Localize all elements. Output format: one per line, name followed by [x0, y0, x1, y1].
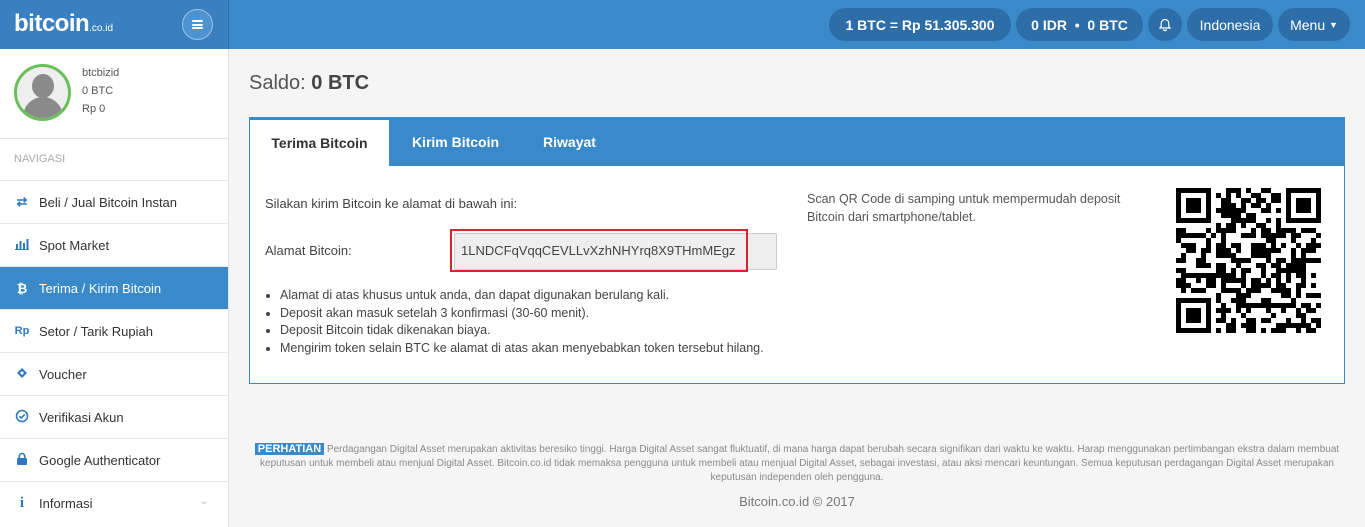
sidebar-item-label: Setor / Tarik Rupiah: [39, 323, 153, 339]
brand-suffix: .co.id: [89, 23, 114, 34]
sidebar-item-label: Verifikasi Akun: [39, 409, 124, 425]
ticket-icon: [14, 366, 30, 383]
sidebar-item-voucher[interactable]: Voucher: [0, 352, 228, 395]
profile-btc: 0 BTC: [82, 85, 114, 97]
list-item: Deposit Bitcoin tidak dikenakan biaya.: [280, 322, 764, 340]
profile-card: btcbizid 0 BTC Rp 0: [0, 49, 228, 139]
deposit-notes: Alamat di atas khusus untuk anda, dan da…: [280, 287, 764, 357]
btc-rate-badge: 1 BTC = Rp 51.305.300: [829, 8, 1011, 41]
logo-area: bitcoin.co.id: [0, 0, 229, 49]
top-bar: bitcoin.co.id 1 BTC = Rp 51.305.300 0 ID…: [0, 0, 1365, 49]
warning-badge: PERHATIAN: [254, 443, 325, 455]
bitcoin-address-value[interactable]: 1LNDCFqVqqCEVLLvXzhNHYrq8X9THmMEgz: [450, 229, 748, 272]
list-item: Mengirim token selain BTC ke alamat di a…: [280, 340, 764, 358]
btc-rate-text: 1 BTC = Rp 51.305.300: [845, 16, 995, 33]
sidebar-item-label: Terima / Kirim Bitcoin: [39, 280, 162, 296]
notification-button[interactable]: [1148, 8, 1182, 41]
bar-chart-icon: [14, 238, 30, 253]
lock-icon: [14, 452, 30, 469]
bell-icon: [1158, 18, 1172, 31]
sidebar-item-verifikasi[interactable]: Verifikasi Akun: [0, 395, 228, 438]
deposit-panel: Terima Bitcoin Kirim Bitcoin Riwayat Sil…: [249, 117, 1345, 384]
sidebar-item-terima-kirim[interactable]: ₿ Terima / Kirim Bitcoin: [0, 266, 228, 309]
tab-label: Kirim Bitcoin: [411, 134, 500, 150]
sidebar-item-setor-tarik[interactable]: Rp Setor / Tarik Rupiah: [0, 309, 228, 352]
tab-label: Terima Bitcoin: [271, 135, 368, 151]
sidebar-item-label: Beli / Jual Bitcoin Instan: [39, 194, 178, 210]
avatar[interactable]: [14, 64, 71, 121]
bitcoin-icon: ₿: [16, 280, 28, 296]
balance-badge[interactable]: 0 IDR • 0 BTC: [1016, 8, 1143, 41]
balance-idr: 0 IDR: [1031, 16, 1067, 33]
info-icon: i: [19, 494, 25, 511]
sidebar-item-informasi[interactable]: i Informasi ⌄: [0, 481, 228, 524]
sidebar-item-label: Spot Market: [39, 237, 110, 253]
tab-terima-bitcoin[interactable]: Terima Bitcoin: [250, 120, 389, 166]
tab-riwayat[interactable]: Riwayat: [522, 118, 617, 166]
qr-instruction: Scan QR Code di samping untuk mempermuda…: [807, 192, 1121, 224]
main-content: Saldo: 0 BTC Terima Bitcoin Kirim Bitcoi…: [229, 49, 1365, 527]
rupiah-icon: Rp: [14, 325, 30, 337]
check-circle-icon: [14, 409, 30, 426]
tab-bar: Terima Bitcoin Kirim Bitcoin Riwayat: [250, 118, 1344, 166]
disclaimer-text: Perdagangan Digital Asset merupakan akti…: [260, 444, 1340, 483]
tab-label: Riwayat: [543, 134, 596, 150]
sidebar-toggle-button[interactable]: [182, 9, 213, 40]
nav-heading: NAVIGASI: [14, 153, 66, 165]
sidebar-item-label: Google Authenticator: [39, 452, 161, 468]
brand-logo[interactable]: bitcoin.co.id: [14, 10, 113, 38]
chevron-down-icon: ⌄: [199, 496, 208, 507]
sidebar-item-label: Informasi: [39, 495, 93, 511]
tab-kirim-bitcoin[interactable]: Kirim Bitcoin: [389, 118, 522, 166]
sidebar-item-google-auth[interactable]: Google Authenticator: [0, 438, 228, 481]
menu-label: Menu: [1290, 16, 1326, 33]
menu-dropdown[interactable]: Menu ▼: [1278, 8, 1350, 41]
saldo-value: 0 BTC: [311, 72, 370, 94]
deposit-instruction: Silakan kirim Bitcoin ke alamat di bawah…: [265, 196, 518, 211]
copyright: Bitcoin.co.id © 2017: [739, 494, 855, 509]
sidebar: btcbizid 0 BTC Rp 0 NAVIGASI ⇄ Beli / Ju…: [0, 49, 229, 527]
caret-down-icon: ▼: [1329, 19, 1338, 30]
list-item: Alamat di atas khusus untuk anda, dan da…: [280, 287, 764, 305]
address-label: Alamat Bitcoin:: [265, 243, 352, 258]
page-title: Saldo: 0 BTC: [249, 72, 369, 95]
disclaimer: PERHATIAN Perdagangan Digital Asset meru…: [249, 442, 1345, 485]
brand-name: bitcoin: [14, 10, 90, 37]
sidebar-item-label: Voucher: [39, 366, 87, 382]
language-button[interactable]: Indonesia: [1187, 8, 1273, 41]
list-item: Deposit akan masuk setelah 3 konfirmasi …: [280, 305, 764, 323]
exchange-icon: ⇄: [16, 194, 28, 209]
balance-separator: •: [1074, 16, 1080, 33]
balance-btc: 0 BTC: [1087, 16, 1128, 33]
saldo-label: Saldo:: [249, 72, 306, 94]
qr-code: [1168, 180, 1330, 342]
hamburger-icon: [192, 20, 203, 29]
profile-rp: Rp 0: [82, 103, 106, 115]
sidebar-item-beli-jual[interactable]: ⇄ Beli / Jual Bitcoin Instan: [0, 180, 228, 223]
sidebar-item-spot-market[interactable]: Spot Market: [0, 223, 228, 266]
nav-menu: ⇄ Beli / Jual Bitcoin Instan Spot Market…: [0, 180, 228, 524]
language-label: Indonesia: [1199, 16, 1261, 33]
profile-username: btcbizid: [82, 67, 120, 79]
